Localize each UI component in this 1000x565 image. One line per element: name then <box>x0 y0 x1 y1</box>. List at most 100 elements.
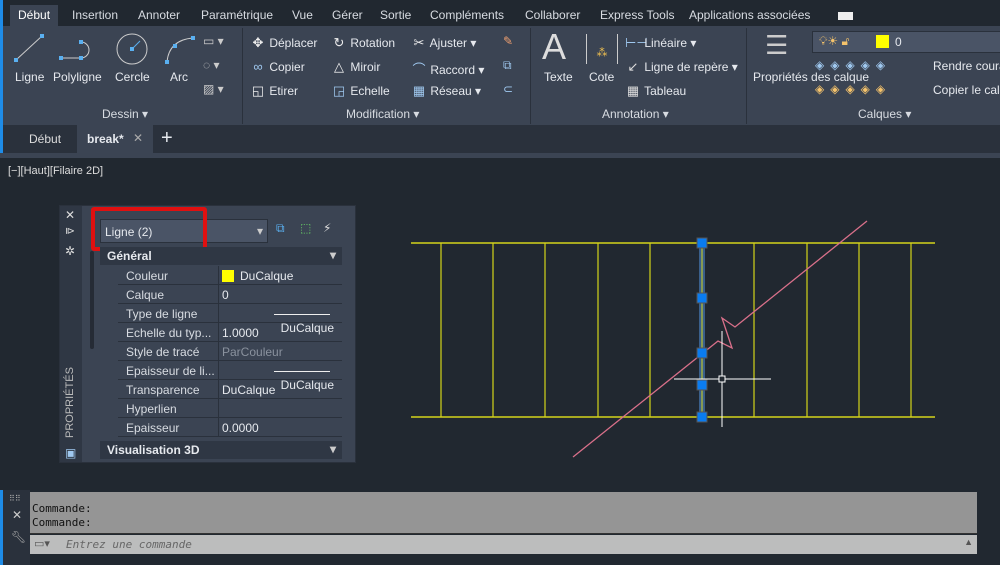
property-row[interactable]: Echelle du typ... 1.0000 <box>118 323 342 342</box>
divider <box>218 342 219 361</box>
ajuster-label: Ajuster <box>429 36 468 50</box>
tab-annoter[interactable]: Annoter <box>130 5 188 26</box>
rotation-label: Rotation <box>350 36 396 50</box>
divider <box>218 285 219 304</box>
doc-tab-break-label: break* <box>87 132 124 146</box>
etirer-button[interactable]: ◱ Etirer <box>250 83 298 99</box>
property-key: Hyperlien <box>126 402 177 416</box>
autohide-icon[interactable]: ⧐ <box>65 226 75 237</box>
property-row[interactable]: Transparence DuCalque <box>118 380 342 399</box>
copier-button[interactable]: ∞ Copier <box>250 59 304 74</box>
etirer-label: Etirer <box>269 84 299 98</box>
ajuster-button[interactable]: ✂ Ajuster ▾ <box>411 35 477 51</box>
lineaire-button[interactable]: ⊢⊣ Linéaire ▾ <box>625 35 696 51</box>
calques-title: Calques <box>858 107 903 121</box>
explode-icon[interactable]: ⧉ <box>503 58 512 73</box>
toggle-pickadd-icon[interactable]: ⧉ <box>276 221 285 236</box>
palette-settings-icon[interactable]: ✲ <box>65 244 75 258</box>
text-icon: A <box>542 26 567 67</box>
property-row[interactable]: Epaisseur de li... DuCalque <box>118 361 342 392</box>
deplacer-button[interactable]: ✥ Déplacer <box>250 35 318 51</box>
tab-parametrique[interactable]: Paramétrique <box>193 5 281 26</box>
ribbon-toggle-button[interactable] <box>838 12 853 20</box>
rectangle-icon[interactable]: ▭ ▾ <box>203 34 224 48</box>
section-visualisation-3d[interactable]: Visualisation 3D ▾ <box>100 441 342 459</box>
property-row[interactable]: Style de tracé ParCouleur <box>118 342 342 361</box>
tab-express-tools[interactable]: Express Tools <box>592 5 682 26</box>
tab-applications-associees[interactable]: Applications associées <box>681 5 818 26</box>
property-row[interactable]: Couleur DuCalque <box>118 266 342 285</box>
grip <box>696 379 708 391</box>
raccord-label: Raccord <box>430 63 476 77</box>
property-value: ParCouleur <box>222 345 283 359</box>
break-line <box>572 220 868 458</box>
command-input[interactable]: ▭▾ Entrez une commande ▲ <box>30 535 977 554</box>
miroir-label: Miroir <box>350 60 381 74</box>
tab-gerer[interactable]: Gérer <box>324 5 371 26</box>
copier-calque-button[interactable]: Copier le calc <box>933 83 1000 97</box>
layer-dropdown[interactable]: 💡︎☀ 🔓︎ 0 <box>812 31 1000 53</box>
tab-debut[interactable]: Début <box>10 5 59 26</box>
collapse-icon: ▾ <box>329 248 336 262</box>
erase-icon[interactable]: ✎ <box>503 34 513 48</box>
texte-button[interactable]: Texte <box>544 70 573 84</box>
polyligne-button[interactable]: Polyligne <box>53 70 102 84</box>
drag-handle-icon[interactable]: ⠿⠿ <box>9 494 21 503</box>
divider <box>530 28 531 124</box>
command-placeholder: Entrez une commande <box>66 538 192 551</box>
tab-complements[interactable]: Compléments <box>422 5 512 26</box>
close-tab-icon[interactable]: ✕ <box>133 131 143 145</box>
tab-vue[interactable]: Vue <box>284 5 321 26</box>
cote-button[interactable]: Cote <box>589 70 614 84</box>
divider <box>218 361 219 380</box>
section-general[interactable]: Général ▾ <box>100 247 342 265</box>
property-row[interactable]: Hyperlien <box>118 399 342 418</box>
dessin-panel-title[interactable]: Dessin ▾ <box>102 107 148 121</box>
arc-button[interactable]: Arc <box>170 70 188 84</box>
layer-tools-icons-row2[interactable]: ◈◈◈◈◈ <box>815 82 891 96</box>
calques-panel-title[interactable]: Calques ▾ <box>858 107 911 121</box>
property-row[interactable]: Epaisseur 0.0000 <box>118 418 342 437</box>
doc-tab-debut[interactable]: Début <box>29 132 61 146</box>
chevron-down-icon: ▾ <box>256 224 263 238</box>
close-command-icon[interactable]: ✕ <box>12 508 22 522</box>
tab-insertion[interactable]: Insertion <box>64 5 126 26</box>
arc-icon <box>165 36 195 64</box>
linear-dim-icon: ⊢⊣ <box>625 35 648 50</box>
property-row[interactable]: Type de ligne DuCalque <box>118 304 342 335</box>
command-prompt-icon[interactable]: ▭▾ <box>34 537 50 550</box>
miroir-button[interactable]: △ Miroir <box>331 59 380 75</box>
wrench-icon[interactable]: 🔧︎ <box>11 530 26 544</box>
offset-icon[interactable]: ⊂ <box>503 82 513 96</box>
hatch-icon[interactable]: ▨ ▾ <box>203 82 224 96</box>
ellipse-icon[interactable]: ◌ ▾ <box>203 58 220 72</box>
scroll-up-icon[interactable]: ▲ <box>964 537 973 547</box>
linetype-preview <box>274 371 330 372</box>
echelle-button[interactable]: ◲ Echelle <box>331 83 390 99</box>
array-icon: ▦ <box>412 83 426 98</box>
ligne-button[interactable]: Ligne <box>15 70 44 84</box>
property-row[interactable]: Calque 0 <box>118 285 342 304</box>
select-objects-icon[interactable]: ⬚ <box>300 221 311 235</box>
layer-tools-icons-row1[interactable]: ◈◈◈◈◈ <box>815 58 891 72</box>
rendre-courant-button[interactable]: Rendre coura <box>933 59 1000 73</box>
grip <box>696 347 708 359</box>
quick-select-icon[interactable]: ⚡︎ <box>323 221 331 235</box>
tab-sortie[interactable]: Sortie <box>372 5 419 26</box>
scrollbar[interactable] <box>90 251 94 349</box>
tab-collaborer[interactable]: Collaborer <box>517 5 588 26</box>
divider <box>242 28 243 124</box>
doc-tab-break[interactable]: break* ✕ <box>77 125 153 153</box>
grip <box>696 237 708 249</box>
raccord-button[interactable]: ⌒ Raccord ▾ <box>411 59 484 78</box>
reseau-button[interactable]: ▦ Réseau ▾ <box>411 83 481 99</box>
new-tab-button[interactable]: + <box>161 127 173 150</box>
cercle-button[interactable]: Cercle <box>115 70 150 84</box>
tableau-button[interactable]: ▦ Tableau <box>625 83 686 99</box>
annotation-panel-title[interactable]: Annotation ▾ <box>602 107 669 121</box>
ligne-de-repere-button[interactable]: ↙ Ligne de repère ▾ <box>625 59 738 75</box>
modification-panel-title[interactable]: Modification ▾ <box>346 107 419 121</box>
close-palette-icon[interactable]: ✕ <box>65 208 75 222</box>
current-layer: 0 <box>895 35 902 49</box>
rotation-button[interactable]: ↻ Rotation <box>331 35 396 51</box>
